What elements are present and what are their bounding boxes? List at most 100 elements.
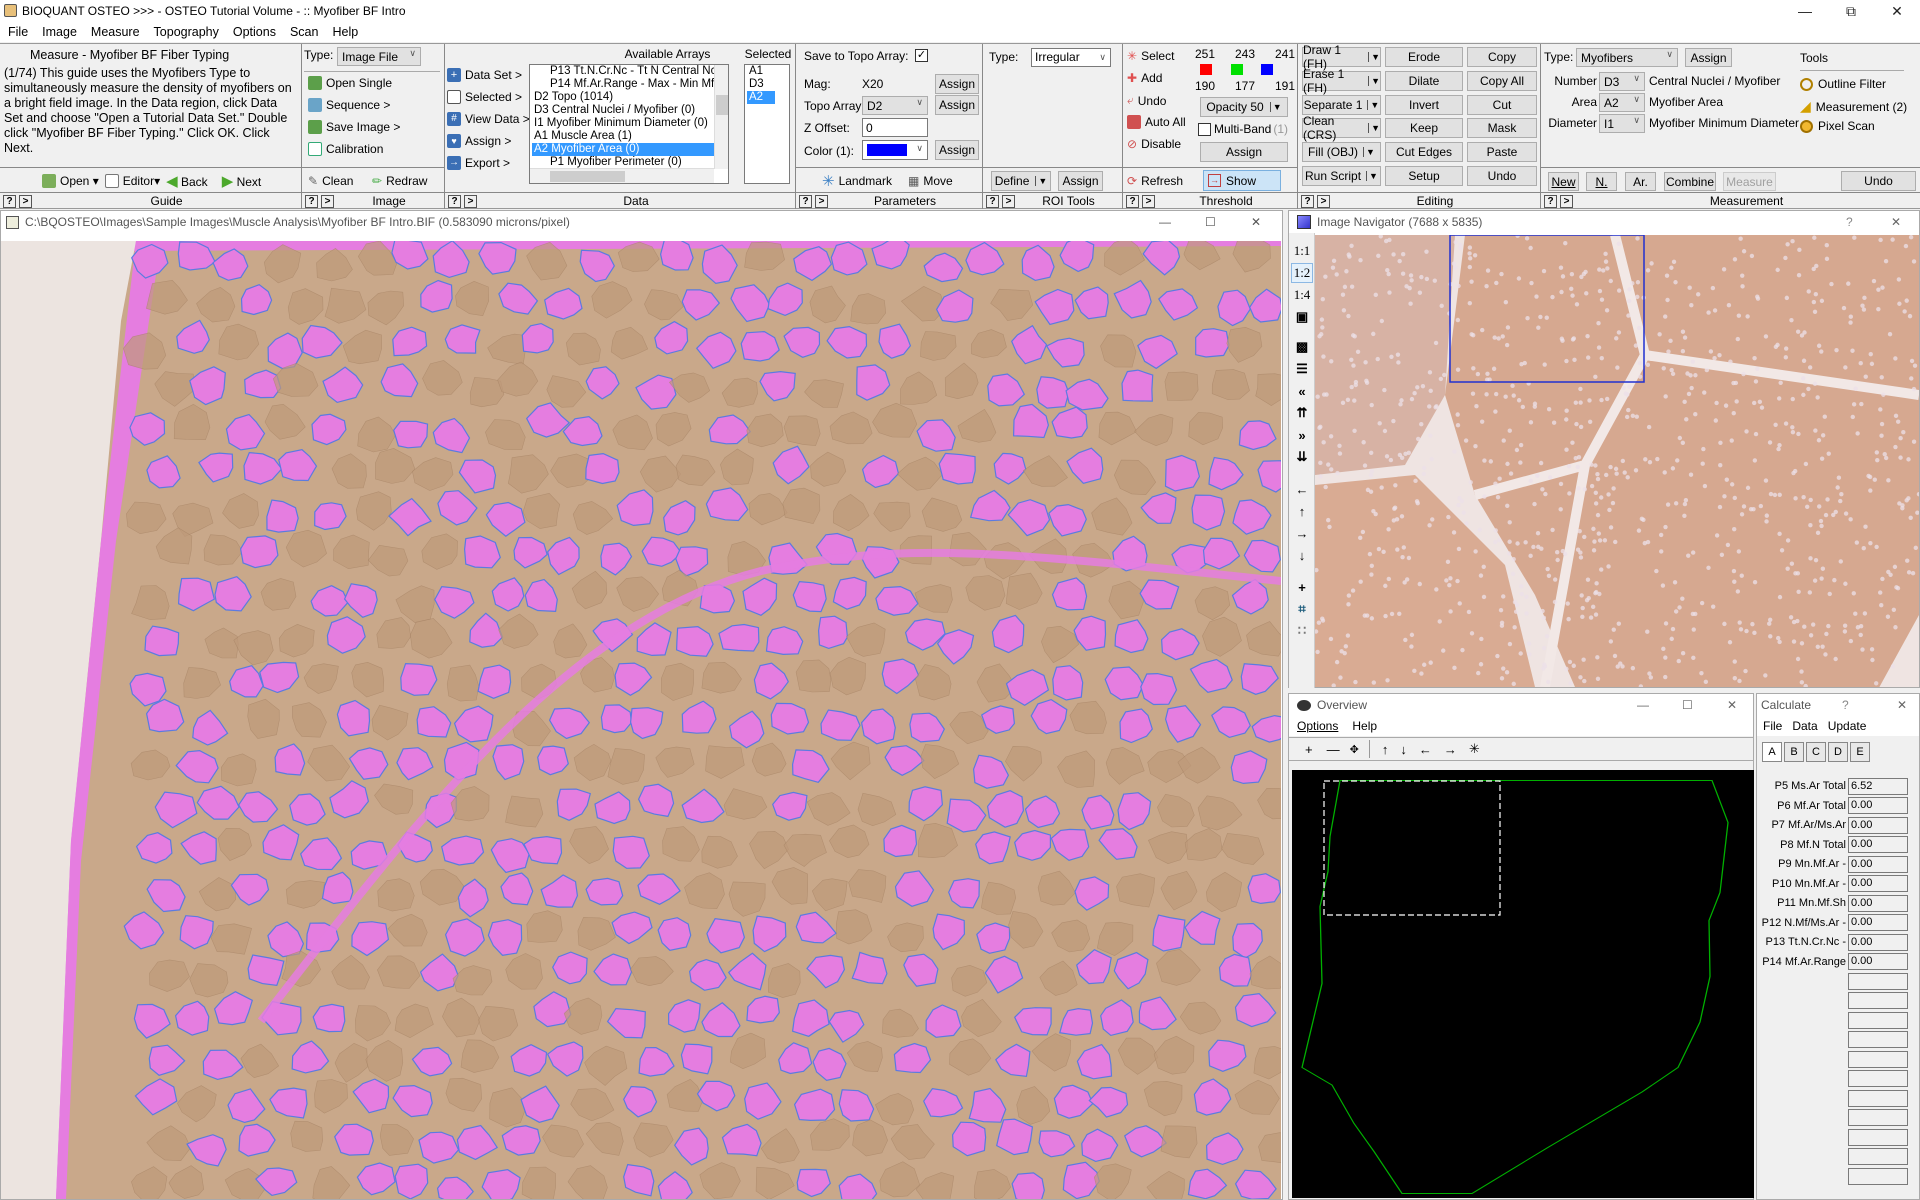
menu-options[interactable]: Options	[233, 25, 276, 39]
available-arrays-list[interactable]: P13 Tt.N.Cr.Nc - Tt N Central Nc (1) P14 …	[529, 64, 729, 184]
available-hscrollbar[interactable]	[530, 168, 714, 183]
dropdown-icon[interactable]: ▼	[1366, 171, 1378, 181]
dropdown-icon[interactable]: ▼	[1368, 52, 1380, 62]
topo-array-select[interactable]: D2 ∨	[862, 96, 928, 115]
select-tool[interactable]: ✳ Select	[1127, 49, 1174, 63]
crop-icon[interactable]: ⌗	[1291, 599, 1313, 619]
zoom-1-1-button[interactable]: 1:1	[1291, 241, 1313, 261]
available-array-item[interactable]: P14 Mf.Ar.Range - Max - Min Mf.Ar (	[532, 78, 728, 91]
help-icon[interactable]: ?	[986, 194, 999, 208]
edit-keep-button[interactable]: Keep	[1385, 118, 1463, 139]
expand-icon[interactable]: >	[1002, 194, 1015, 208]
clean-button[interactable]: ✎ Clean	[308, 171, 353, 191]
edit-invert-button[interactable]: Invert	[1385, 94, 1463, 115]
pan-left-icon[interactable]: ←	[1419, 742, 1432, 757]
menu-image[interactable]: Image	[42, 25, 77, 39]
measurement-undo-button[interactable]: Undo	[1841, 171, 1916, 191]
fit-icon[interactable]: ▣	[1291, 307, 1313, 327]
sequence-item[interactable]: Sequence >	[308, 98, 390, 112]
multiband-checkbox[interactable]	[1198, 122, 1211, 136]
menu-lines-icon[interactable]: ☰	[1291, 359, 1313, 379]
view-data-item[interactable]: # View Data >	[447, 112, 530, 126]
selected-array-item[interactable]: D3	[747, 78, 789, 91]
new-button[interactable]: New	[1548, 172, 1579, 191]
edit-erase-1-fh-button[interactable]: Erase 1 (FH) ▼	[1302, 67, 1381, 95]
overview-menu-help[interactable]: Help	[1352, 719, 1377, 733]
calculate-tab-b[interactable]: B	[1784, 742, 1804, 762]
calculate-tab-c[interactable]: C	[1806, 742, 1826, 762]
mag-assign-button[interactable]: Assign	[935, 74, 979, 94]
auto-all-tool[interactable]: Auto All	[1127, 115, 1186, 129]
expand-icon[interactable]: >	[1317, 194, 1330, 208]
open-button[interactable]: Open ▾	[42, 174, 99, 189]
arrow-right-icon[interactable]: →	[1291, 523, 1313, 543]
red-swatch[interactable]	[1200, 64, 1212, 75]
help-icon[interactable]: ?	[1301, 194, 1314, 208]
edit-erode-button[interactable]: Erode	[1385, 47, 1463, 67]
scatter-icon[interactable]: ∷	[1291, 621, 1313, 641]
image-type-select[interactable]: Image File ∨	[337, 47, 421, 66]
edit-clean-crs-button[interactable]: Clean (CRS) ▼	[1302, 114, 1381, 142]
help-icon[interactable]: ?	[448, 194, 461, 208]
help-icon[interactable]: ?	[1126, 194, 1139, 208]
edit-cut-edges-button[interactable]: Cut Edges	[1385, 142, 1463, 163]
edit-setup-button[interactable]: Setup	[1385, 166, 1463, 186]
zoom-1-4-button[interactable]: 1:4	[1291, 285, 1313, 305]
menu-scan[interactable]: Scan	[290, 25, 319, 39]
measurement-assign-button[interactable]: Assign	[1685, 48, 1732, 67]
selected-array-item[interactable]: A1	[747, 65, 789, 78]
measurement-array-select[interactable]: I1 ∨	[1599, 114, 1645, 133]
open-single-item[interactable]: Open Single	[308, 76, 392, 90]
dropdown-icon[interactable]: ▼	[1367, 99, 1379, 110]
save-topo-checkbox[interactable]: ✓	[915, 49, 928, 62]
expand-icon[interactable]: >	[321, 194, 334, 208]
available-array-item[interactable]: P13 Tt.N.Cr.Nc - Tt N Central Nc (1)	[532, 65, 728, 78]
editor-button[interactable]: Editor▾	[104, 174, 160, 189]
available-array-item[interactable]: A2 Myofiber Area (0)	[532, 143, 728, 156]
edit-mask-button[interactable]: Mask	[1467, 118, 1537, 139]
navigator-thumbnail[interactable]	[1315, 235, 1919, 687]
menu-topography[interactable]: Topography	[154, 25, 219, 39]
available-array-item[interactable]: D3 Central Nuclei / Myofiber (0)	[532, 104, 728, 117]
expand-icon[interactable]: >	[1560, 194, 1573, 208]
edit-draw-1-fh-button[interactable]: Draw 1 (FH) ▼	[1302, 43, 1381, 71]
edit-run-script-button[interactable]: Run Script ▼	[1302, 166, 1381, 186]
undo-tool[interactable]: ⤶ Undo	[1127, 93, 1166, 108]
measurement-array-select[interactable]: A2 ∨	[1599, 93, 1645, 112]
outline-filter-tool[interactable]: Outline Filter	[1800, 77, 1886, 91]
expand-icon[interactable]: >	[464, 194, 477, 208]
measurement-tool[interactable]: ◢ Measurement (2)	[1800, 98, 1907, 115]
zoom-1-2-button[interactable]: 1:2	[1291, 263, 1313, 283]
color-assign-button[interactable]: Assign	[935, 140, 979, 160]
calculate-menu-file[interactable]: File	[1763, 719, 1782, 733]
move-button[interactable]: ▦ Move	[908, 171, 953, 191]
close-button[interactable]: ✕	[1874, 0, 1920, 22]
overview-maximize-button[interactable]: ☐	[1682, 698, 1693, 712]
selected-item[interactable]: Selected >	[447, 90, 522, 104]
edit-fill-obj-button[interactable]: Fill (OBJ) ▼	[1302, 142, 1381, 163]
edit-cut-button[interactable]: Cut	[1467, 94, 1537, 115]
zoom-out-icon[interactable]: —	[1327, 742, 1340, 757]
calculate-tab-d[interactable]: D	[1828, 742, 1848, 762]
image-close-button[interactable]: ✕	[1251, 215, 1261, 229]
image-minimize-button[interactable]: —	[1159, 215, 1171, 229]
disable-tool[interactable]: ⊘ Disable	[1127, 137, 1181, 151]
overview-minimize-button[interactable]: —	[1637, 698, 1649, 712]
selected-array-item[interactable]: A2	[747, 91, 775, 104]
help-icon[interactable]: ?	[3, 194, 16, 208]
edit-copy-all-button[interactable]: Copy All	[1467, 70, 1537, 91]
available-array-item[interactable]: I1 Myofiber Minimum Diameter (0)	[532, 117, 728, 130]
dropdown-icon[interactable]: ▼	[1363, 147, 1375, 158]
pixel-scan-tool[interactable]: Pixel Scan	[1800, 119, 1875, 133]
expand-icon[interactable]: >	[815, 194, 828, 208]
measure-button[interactable]: Measure	[1723, 172, 1776, 191]
calculate-help-button[interactable]: ?	[1842, 698, 1849, 712]
calculate-tab-a[interactable]: A	[1762, 742, 1782, 762]
arrow-left-icon[interactable]: ←	[1291, 479, 1313, 499]
define-button[interactable]: Define ▼	[991, 171, 1051, 191]
available-array-item[interactable]: D2 Topo (1014)	[532, 91, 728, 104]
landmark-button[interactable]: ✳ Landmark	[822, 171, 892, 191]
navigator-close-button[interactable]: ✕	[1891, 215, 1901, 229]
menu-file[interactable]: File	[8, 25, 28, 39]
add-tool[interactable]: ✚ Add	[1127, 71, 1162, 85]
